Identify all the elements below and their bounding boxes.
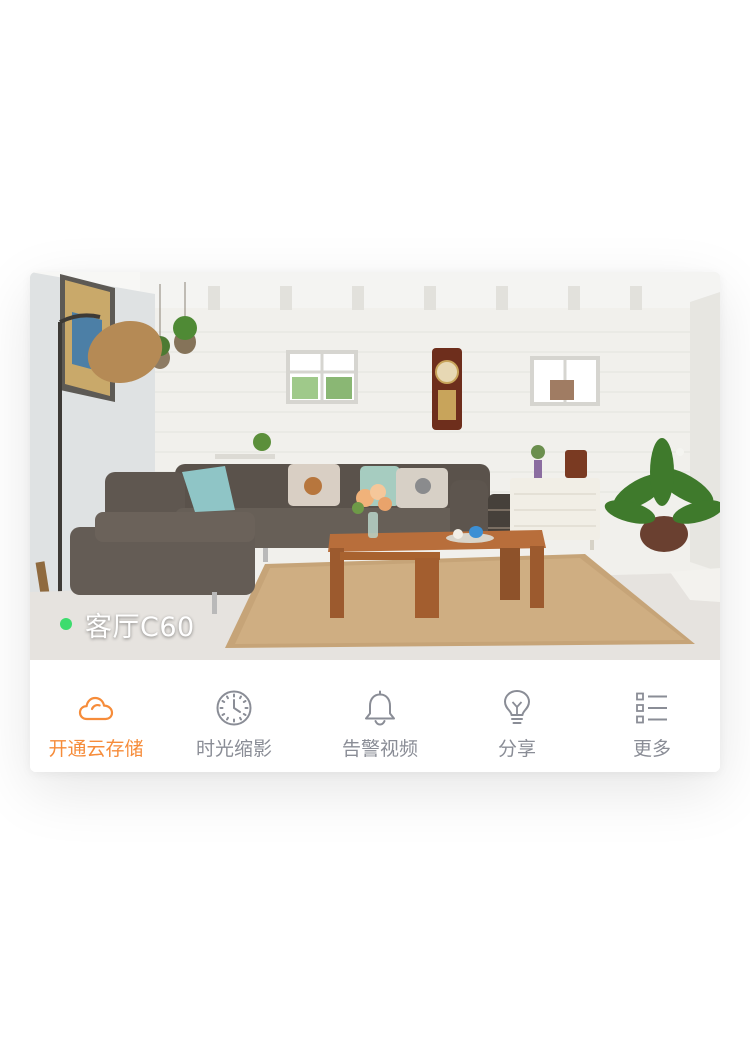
cloud-storage-button[interactable]: 开通云存储 [30, 660, 165, 772]
share-label: 分享 [497, 738, 536, 760]
cloud-storage-label: 开通云存储 [48, 738, 144, 760]
bell-icon [360, 688, 400, 728]
camera-preview[interactable]: 客厅C60 [30, 272, 720, 660]
page: 客厅C60 开通云存储 时光缩影 告警视频 分享 更多 [0, 0, 750, 1054]
camera-toolbar: 开通云存储 时光缩影 告警视频 分享 更多 [30, 660, 720, 772]
clock-icon [214, 688, 254, 728]
cloud-icon [76, 688, 116, 728]
more-label: 更多 [632, 738, 671, 760]
camera-label: 客厅C60 [60, 606, 195, 643]
timelapse-label: 时光缩影 [195, 738, 272, 760]
camera-name: 客厅C60 [85, 611, 195, 643]
camera-card: 客厅C60 开通云存储 时光缩影 告警视频 分享 更多 [30, 272, 720, 772]
timelapse-button[interactable]: 时光缩影 [165, 660, 303, 772]
share-button[interactable]: 分享 [448, 660, 586, 772]
alert-video-button[interactable]: 告警视频 [311, 660, 449, 772]
alert-video-label: 告警视频 [341, 738, 418, 760]
lightbulb-icon [497, 688, 537, 728]
list-icon [632, 688, 672, 728]
living-room-scene [30, 272, 720, 660]
more-button[interactable]: 更多 [583, 660, 720, 772]
online-status-dot [60, 618, 72, 630]
